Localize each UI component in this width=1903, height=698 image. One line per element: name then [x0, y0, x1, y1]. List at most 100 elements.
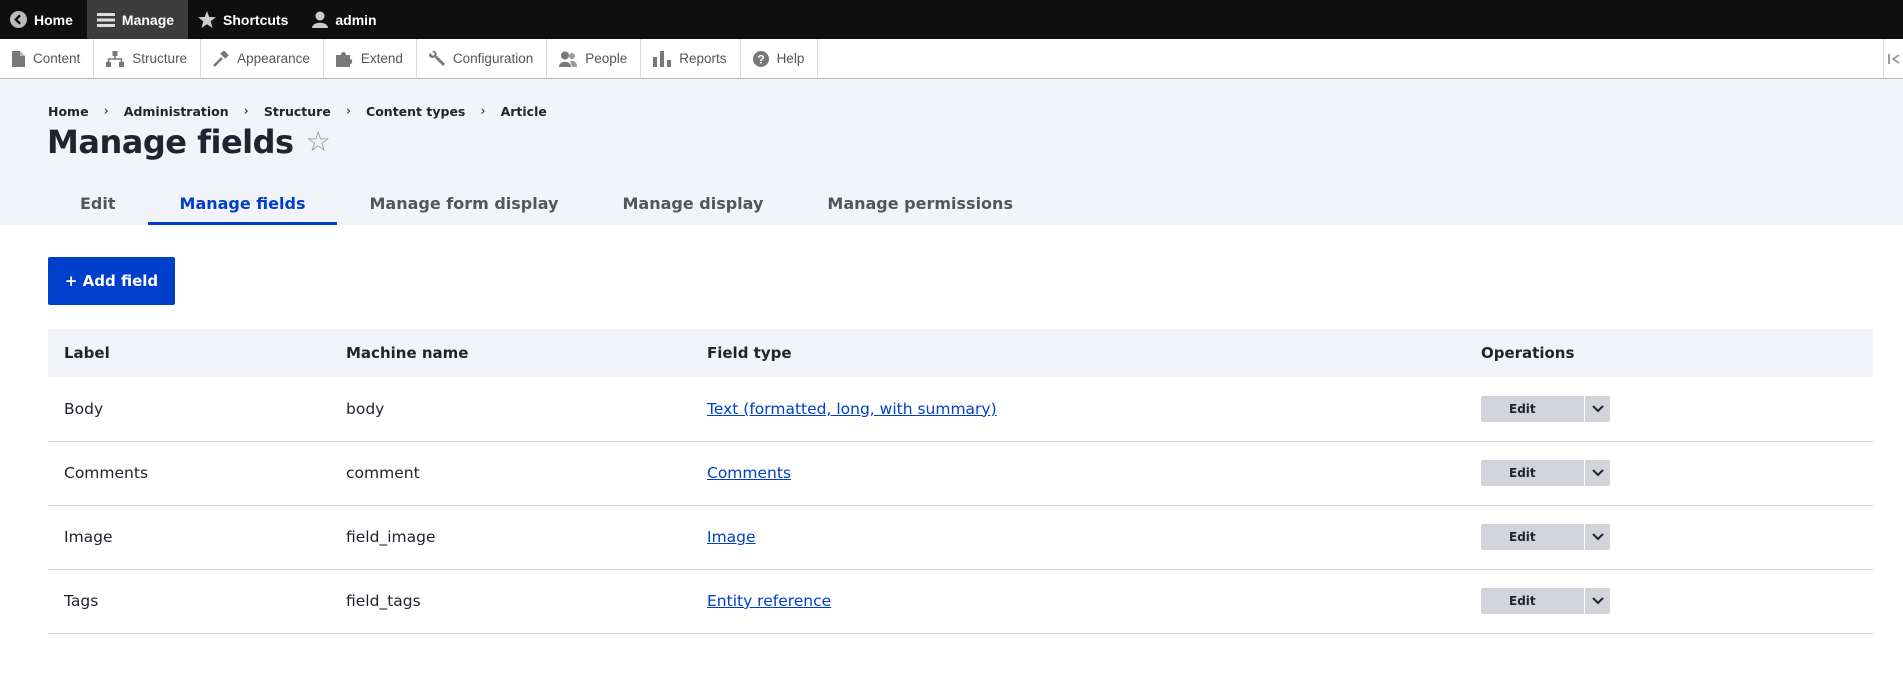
page-title-row: Manage fields ☆ [47, 123, 331, 161]
user-icon [312, 11, 329, 28]
tray-item-appearance[interactable]: Appearance [201, 39, 324, 78]
admin-tray: Content Structure Appearance Extend Conf… [0, 39, 1903, 79]
file-icon [12, 50, 25, 67]
sitemap-icon [106, 50, 125, 67]
operations-dropbutton: Edit [1481, 395, 1610, 422]
tab-manage-form-display[interactable]: Manage form display [337, 182, 590, 225]
brush-icon [213, 50, 229, 67]
field-machine-name: comment [330, 441, 691, 506]
collapse-icon [1887, 53, 1899, 64]
operations-toggle-button[interactable] [1584, 395, 1610, 422]
toolbar-manage[interactable]: Manage [86, 0, 189, 39]
operations-cell: Edit [1465, 569, 1873, 634]
tray-item-people[interactable]: People [547, 39, 642, 78]
shortcut-star-icon[interactable]: ☆ [306, 128, 331, 156]
page-header: Home › Administration › Structure › Cont… [0, 79, 1903, 225]
puzzle-icon [335, 51, 353, 67]
field-type-cell: Entity reference [691, 569, 1465, 634]
tray-item-label: Reports [679, 51, 727, 66]
operations-cell: Edit [1465, 441, 1873, 506]
tray-item-extend[interactable]: Extend [324, 39, 417, 78]
page-title: Manage fields [47, 123, 294, 161]
tab-manage-permissions[interactable]: Manage permissions [795, 182, 1045, 225]
field-label: Image [48, 505, 330, 570]
operations-toggle-button[interactable] [1584, 460, 1610, 486]
fields-table: Label Machine name Field type Operations… [48, 329, 1873, 634]
breadcrumb: Home › Administration › Structure › Cont… [48, 104, 547, 119]
toolbar-home-label: Home [34, 11, 73, 28]
operations-dropbutton: Edit [1481, 588, 1610, 614]
operations-dropbutton: Edit [1481, 524, 1610, 550]
tray-item-reports[interactable]: Reports [641, 39, 741, 78]
tray-item-label: Extend [360, 51, 403, 66]
table-header-row: Label Machine name Field type Operations [48, 329, 1873, 377]
edit-button[interactable]: Edit [1481, 524, 1584, 550]
breadcrumb-link-administration[interactable]: Administration [124, 104, 229, 119]
tray-item-label: People [585, 51, 628, 66]
breadcrumb-link-structure[interactable]: Structure [264, 104, 331, 119]
field-type-link[interactable]: Text (formatted, long, with summary) [707, 400, 997, 418]
field-type-cell: Image [691, 505, 1465, 570]
tray-item-label: Content [33, 51, 81, 66]
breadcrumb-separator: › [345, 104, 352, 119]
hamburger-icon [96, 12, 115, 27]
chevron-down-icon [1591, 469, 1604, 477]
edit-button[interactable]: Edit [1481, 395, 1584, 422]
add-field-button[interactable]: + Add field [48, 257, 175, 305]
field-label: Comments [48, 441, 330, 506]
breadcrumb-separator: › [103, 104, 109, 119]
admin-toolbar: Home Manage Shortcuts admin [0, 0, 1903, 39]
field-label: Tags [48, 569, 330, 634]
table-row: Tags field_tags Entity reference Edit [48, 569, 1873, 634]
column-header-field-type: Field type [707, 344, 792, 362]
operations-toggle-button[interactable] [1584, 588, 1610, 614]
tray-item-label: Structure [132, 51, 188, 66]
operations-toggle-button[interactable] [1584, 524, 1610, 550]
field-machine-name: field_image [330, 505, 691, 570]
toolbar-user[interactable]: admin [302, 0, 390, 39]
svg-text:?: ? [757, 52, 764, 66]
tab-manage-display[interactable]: Manage display [590, 182, 795, 225]
table-row: Body body Text (formatted, long, with su… [48, 377, 1873, 442]
field-type-link[interactable]: Comments [707, 464, 791, 482]
wrench-icon [428, 50, 445, 66]
column-header-machine-name: Machine name [346, 344, 469, 362]
tab-edit[interactable]: Edit [48, 182, 148, 225]
people-icon [559, 51, 578, 67]
field-type-link[interactable]: Entity reference [707, 592, 831, 610]
toolbar-shortcuts-label: Shortcuts [223, 11, 289, 28]
tray-item-structure[interactable]: Structure [94, 39, 202, 78]
tray-item-content[interactable]: Content [0, 39, 95, 78]
breadcrumb-link-home[interactable]: Home [48, 104, 89, 119]
toolbar-user-label: admin [335, 11, 377, 28]
field-label: Body [48, 377, 330, 442]
tray-item-configuration[interactable]: Configuration [417, 39, 548, 78]
field-machine-name: field_tags [330, 569, 691, 634]
breadcrumb-link-content-types[interactable]: Content types [366, 104, 465, 119]
table-row: Comments comment Comments Edit [48, 441, 1873, 506]
toolbar-home[interactable]: Home [0, 0, 87, 39]
operations-cell: Edit [1465, 505, 1873, 570]
tray-item-label: Configuration [452, 51, 534, 66]
bar-chart-icon [653, 50, 672, 67]
chevron-down-icon [1591, 597, 1604, 605]
edit-button[interactable]: Edit [1481, 460, 1584, 486]
operations-dropbutton: Edit [1481, 460, 1610, 486]
tray-orientation-toggle[interactable] [1883, 39, 1903, 78]
help-icon: ? [752, 50, 769, 67]
tray-item-help[interactable]: ? Help [741, 39, 819, 78]
toolbar-shortcuts[interactable]: Shortcuts [188, 0, 302, 39]
field-type-cell: Text (formatted, long, with summary) [691, 377, 1465, 442]
back-arrow-icon [10, 11, 27, 28]
chevron-down-icon [1591, 405, 1604, 413]
breadcrumb-link-article[interactable]: Article [501, 104, 547, 119]
table-row: Image field_image Image Edit [48, 505, 1873, 570]
operations-cell: Edit [1465, 377, 1873, 442]
edit-button[interactable]: Edit [1481, 588, 1584, 614]
breadcrumb-separator: › [243, 104, 249, 119]
toolbar-manage-label: Manage [121, 11, 175, 28]
tray-item-label: Appearance [237, 51, 310, 66]
tab-manage-fields[interactable]: Manage fields [147, 182, 338, 225]
tray-item-label: Help [776, 51, 805, 66]
field-type-link[interactable]: Image [707, 528, 756, 546]
